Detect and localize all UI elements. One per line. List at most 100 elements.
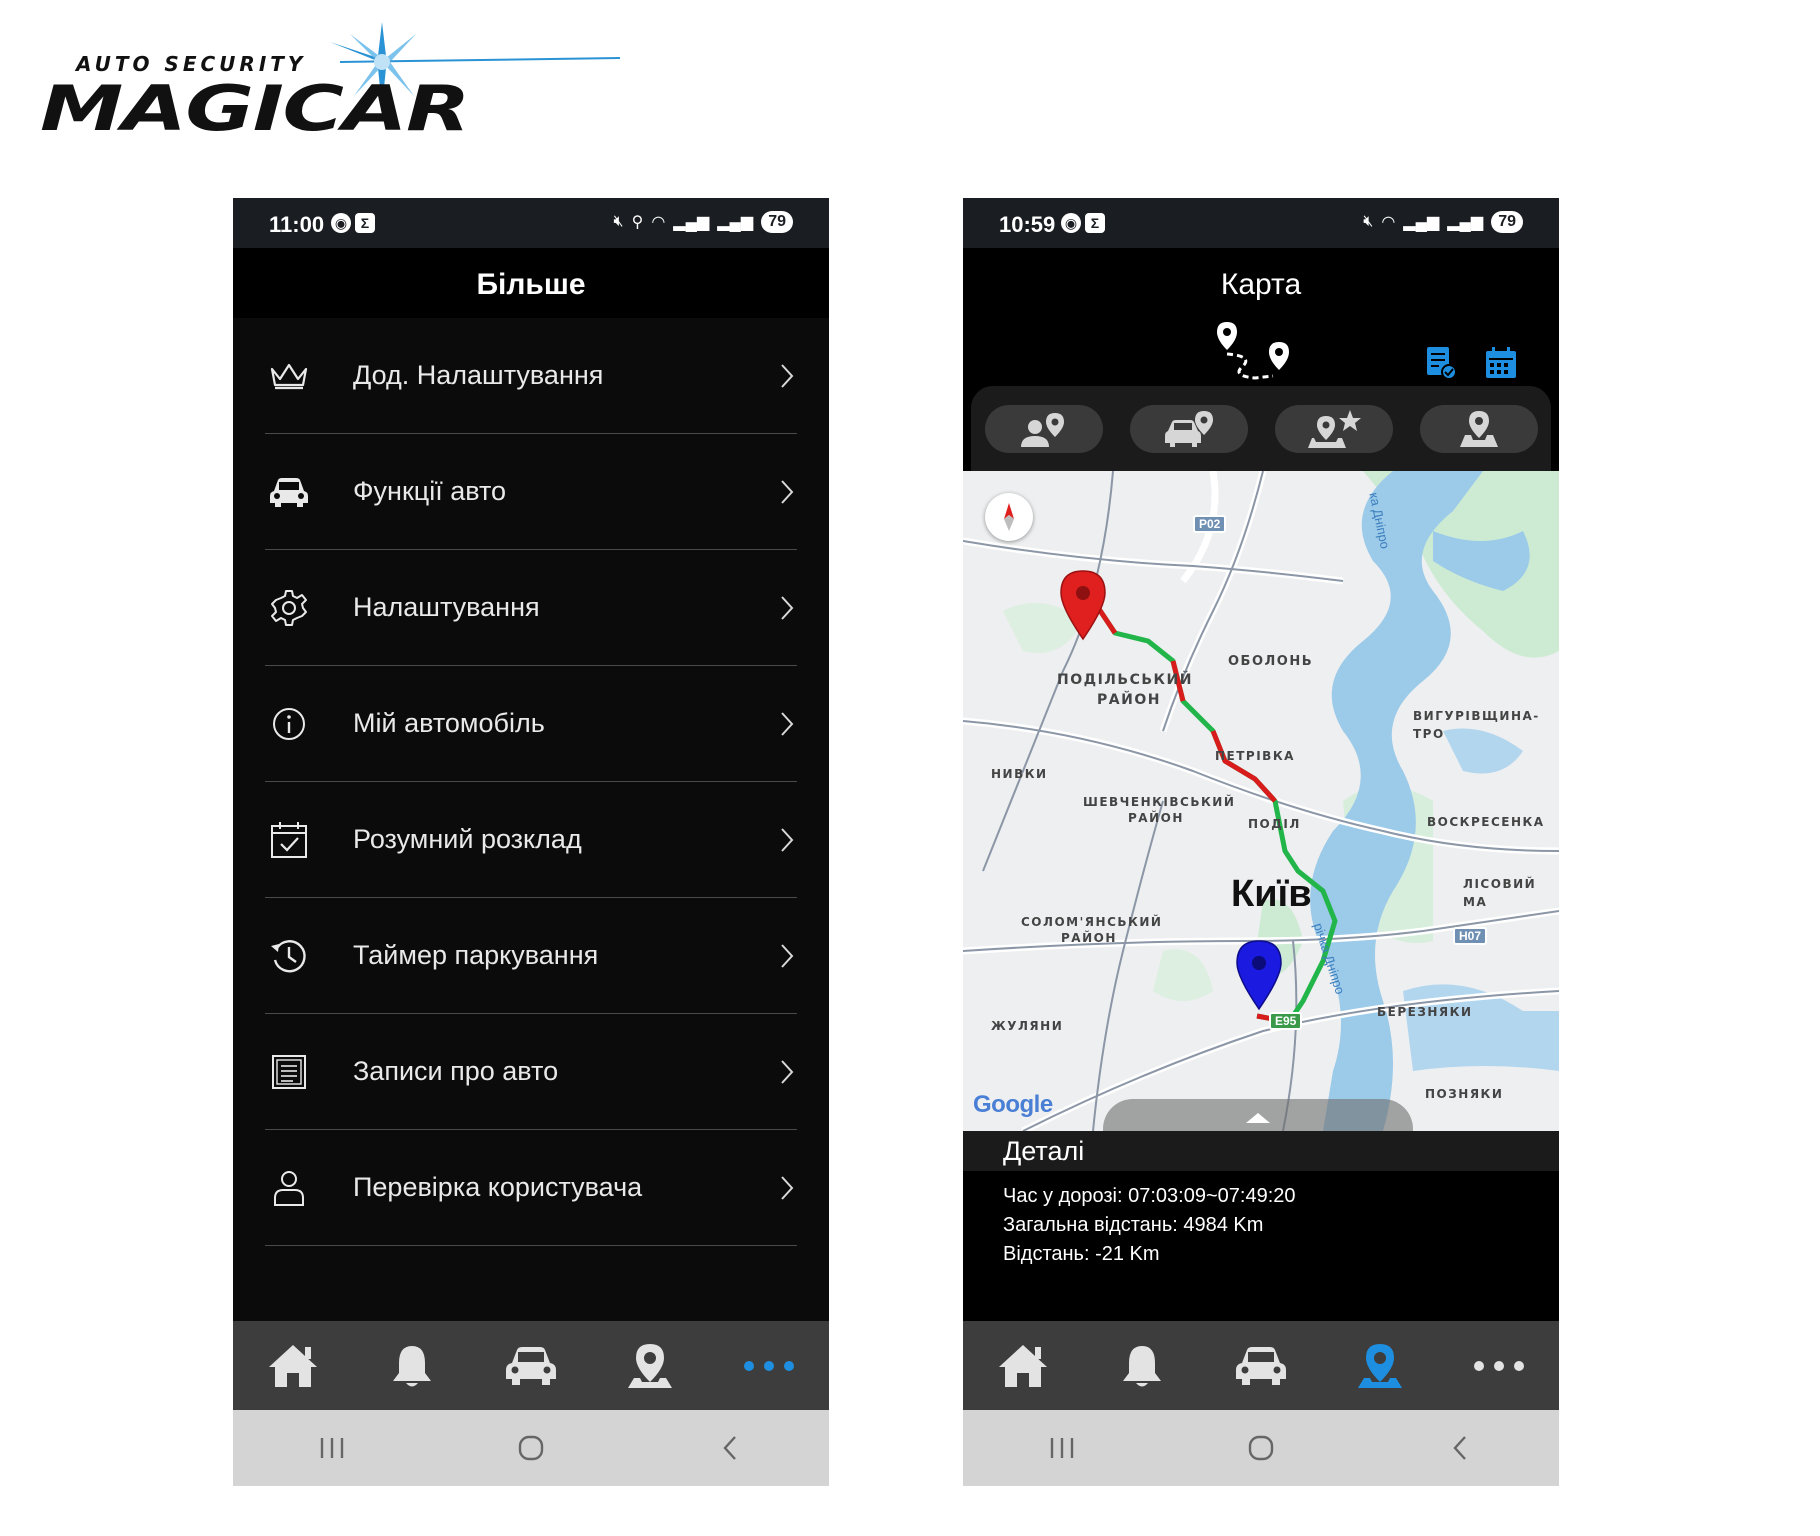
back-icon (1453, 1436, 1466, 1460)
info-icon (267, 702, 311, 746)
wifi-icon: ◠ (651, 214, 666, 231)
tab-car[interactable] (1221, 1331, 1301, 1401)
district-label: ЛІСОВИЙ МА (1463, 877, 1537, 909)
map-location-icon (1459, 410, 1498, 447)
tab-home[interactable] (983, 1331, 1063, 1401)
filter-person-location[interactable] (984, 404, 1103, 453)
battery-badge: 79 (761, 211, 793, 233)
back-button[interactable] (700, 1428, 760, 1468)
filter-favorite-location[interactable] (1274, 404, 1393, 453)
car-icon (267, 470, 311, 514)
home-circle-icon (518, 1435, 544, 1461)
signal-icon: ▂▄▆ (673, 214, 710, 231)
more-icon (1474, 1360, 1525, 1371)
menu-item-smart-schedule[interactable]: Розумний розклад (265, 782, 797, 898)
favorite-location-icon (1307, 409, 1361, 448)
tab-car[interactable] (491, 1331, 571, 1401)
magicar-logo: AUTO SECURITY MAGICAR (40, 22, 640, 145)
location-icon (628, 1343, 673, 1388)
system-nav-bar (963, 1410, 1559, 1486)
bottom-tab-bar (233, 1321, 829, 1410)
bell-icon (392, 1345, 431, 1386)
tab-location[interactable] (610, 1331, 690, 1401)
road-badge-e95: E95 (1269, 1012, 1303, 1030)
document-check-icon[interactable] (1423, 345, 1459, 381)
history-icon (267, 934, 311, 978)
menu-item-label: Налаштування (353, 592, 540, 622)
chevron-right-icon (781, 1175, 794, 1200)
menu-item-user-verification[interactable]: Перевірка користувача (265, 1130, 797, 1246)
mute-icon: 🔇︎ (1363, 213, 1374, 230)
title-bar: Карта (963, 248, 1559, 318)
menu-item-settings[interactable]: Налаштування (265, 550, 797, 666)
tab-home[interactable] (253, 1331, 333, 1401)
district-label: БЕРЕЗНЯКИ (1377, 1005, 1473, 1019)
travel-time-text: Час у дорозі: 07:03:09~07:49:20 (1003, 1185, 1296, 1207)
crown-icon (267, 354, 311, 398)
system-nav-bar (233, 1410, 829, 1486)
tab-more[interactable] (1459, 1331, 1539, 1401)
road-badge-h07: H07 (1453, 927, 1488, 945)
car-icon (1235, 1346, 1286, 1385)
notes-icon (267, 1050, 311, 1094)
district-label: ПОДІЛ (1248, 817, 1301, 831)
compass-button[interactable] (985, 493, 1033, 541)
route-icon[interactable] (1213, 318, 1303, 388)
total-distance-text: Загальна відстань: 4984 Km (1003, 1214, 1264, 1236)
menu-item-label: Записи про авто (353, 1056, 559, 1086)
more-screen: 11:00 ◉ Σ 🔇︎ ⚲ ◠ ▂▄▆ ▂▄▆ 79 Більше Дод. … (233, 198, 829, 1486)
menu-item-car-records[interactable]: Записи про авто (265, 1014, 797, 1130)
menu-item-label: Мій автомобіль (353, 708, 545, 738)
more-menu: Дод. Налаштування Функції авто Налаштува… (233, 318, 829, 1321)
map-screen: 10:59 ◉ Σ 🔇︎ ◠ ▂▄▆ ▂▄▆ 79 Карта P02 H07 … (963, 198, 1559, 1486)
district-label: РАЙОН (1097, 692, 1161, 708)
car-location-icon (1164, 410, 1213, 447)
filter-car-location[interactable] (1129, 404, 1248, 453)
map-filter-bar (963, 386, 1559, 471)
menu-item-label: Перевірка користувача (353, 1172, 643, 1202)
district-label: ПОДІЛЬСЬКИЙ (1057, 672, 1193, 688)
recents-button[interactable] (302, 1428, 362, 1468)
menu-item-car-functions[interactable]: Функції авто (265, 434, 797, 550)
district-label: ОБОЛОНЬ (1228, 654, 1314, 669)
menu-item-advanced-settings[interactable]: Дод. Налаштування (265, 318, 797, 434)
tab-location[interactable] (1340, 1331, 1420, 1401)
home-button[interactable] (1231, 1428, 1291, 1468)
menu-item-label: Дод. Налаштування (353, 360, 604, 390)
filter-map-location[interactable] (1419, 404, 1538, 453)
tab-notifications[interactable] (1102, 1331, 1182, 1401)
district-label: ПЕТРІВКА (1215, 749, 1295, 763)
calendar-icon[interactable] (1483, 345, 1519, 381)
recents-icon (321, 1438, 344, 1458)
details-title: Деталі (1003, 1136, 1085, 1166)
menu-item-my-car[interactable]: Мій автомобіль (265, 666, 797, 782)
menu-item-parking-timer[interactable]: Таймер паркування (265, 898, 797, 1014)
status-bar: 10:59 ◉ Σ 🔇︎ ◠ ▂▄▆ ▂▄▆ 79 (963, 198, 1559, 248)
home-icon (998, 1344, 1047, 1387)
details-drawer-handle[interactable] (1103, 1099, 1413, 1131)
tab-notifications[interactable] (372, 1331, 452, 1401)
district-label: НИВКИ (991, 767, 1048, 781)
road-badge-p02: P02 (1193, 515, 1227, 533)
record-icon: ◉ (1061, 213, 1081, 233)
menu-item-label: Функції авто (353, 476, 507, 506)
bottom-tab-bar (963, 1321, 1559, 1410)
page-title: Карта (1220, 268, 1302, 301)
chevron-right-icon (781, 1059, 794, 1084)
gear-icon (267, 586, 311, 630)
more-icon (744, 1360, 795, 1371)
home-circle-icon (1248, 1435, 1274, 1461)
location-icon (1358, 1343, 1403, 1388)
tab-more[interactable] (729, 1331, 809, 1401)
title-bar: Більше (233, 248, 829, 318)
menu-item-label: Таймер паркування (353, 940, 599, 970)
home-button[interactable] (501, 1428, 561, 1468)
chevron-right-icon (781, 479, 794, 504)
calendar-check-icon (267, 818, 311, 862)
back-button[interactable] (1430, 1428, 1490, 1468)
compass-icon (1004, 503, 1014, 531)
route-map[interactable]: P02 H07 E95 ка Дніпро річка Дніпро ПОДІЛ… (963, 471, 1559, 1131)
recents-button[interactable] (1032, 1428, 1092, 1468)
signal-icon: ▂▄▆ (1447, 214, 1484, 231)
wifi-icon: ◠ (1381, 214, 1396, 231)
